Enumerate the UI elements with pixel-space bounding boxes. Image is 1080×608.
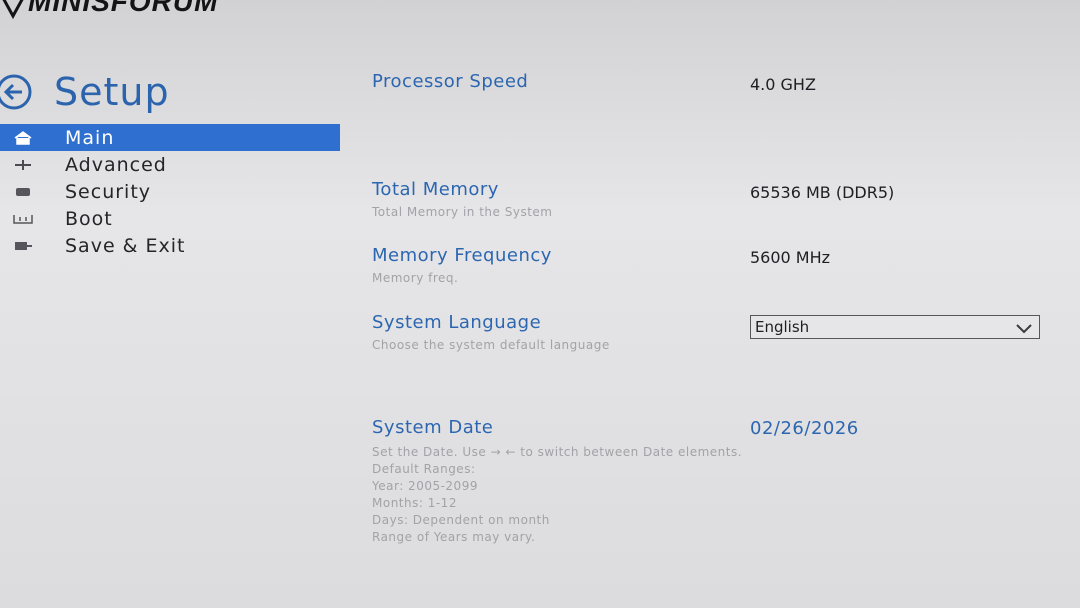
brand-logo-icon <box>0 0 26 26</box>
processor-speed-row: Processor Speed <box>372 71 528 92</box>
system-language-label: System Language <box>372 312 542 333</box>
sidebar-item-label: Save & Exit <box>65 234 186 257</box>
sidebar-item-boot[interactable]: Boot <box>0 205 340 232</box>
total-memory-help: Total Memory in the System <box>372 205 553 219</box>
system-language-selected-value: English <box>755 318 810 336</box>
page-title: Setup <box>54 70 170 114</box>
sidebar-item-advanced[interactable]: Advanced <box>0 151 340 178</box>
sidebar-nav: Main Advanced Security Boot Save & Exit <box>0 124 340 259</box>
chevron-down-icon <box>1015 320 1033 334</box>
system-date-help-line: Days: Dependent on month <box>372 513 550 527</box>
system-language-row: System Language Choose the system defaul… <box>372 312 610 354</box>
sidebar-item-label: Advanced <box>65 153 167 176</box>
advanced-icon <box>10 155 36 175</box>
system-date-row: System Date Set the Date. Use → ← to swi… <box>372 417 742 546</box>
total-memory-row: Total Memory Total Memory in the System <box>372 179 552 221</box>
system-date-value[interactable]: 02/26/2026 <box>750 418 859 439</box>
memory-frequency-label: Memory Frequency <box>372 245 552 266</box>
total-memory-label: Total Memory <box>372 179 499 200</box>
processor-speed-label: Processor Speed <box>372 71 529 92</box>
system-date-help-line: Set the Date. Use → ← to switch between … <box>372 445 743 459</box>
system-date-help-line: Year: 2005-2099 <box>372 479 478 493</box>
memory-frequency-help: Memory freq. <box>372 271 459 285</box>
sidebar-item-label: Main <box>65 126 115 149</box>
home-icon <box>10 128 36 148</box>
sidebar-item-security[interactable]: Security <box>0 178 340 205</box>
system-date-label: System Date <box>372 417 494 438</box>
processor-speed-value: 4.0 GHZ <box>750 75 816 94</box>
memory-frequency-row: Memory Frequency Memory freq. <box>372 245 552 287</box>
sidebar-item-main[interactable]: Main <box>0 124 340 151</box>
system-date-help-line: Range of Years may vary. <box>372 530 536 544</box>
total-memory-value: 65536 MB (DDR5) <box>750 183 895 202</box>
setup-header: Setup <box>0 70 170 114</box>
system-date-help: Set the Date. Use → ← to switch between … <box>372 444 742 546</box>
system-date-help-line: Months: 1-12 <box>372 496 457 510</box>
boot-icon <box>10 209 36 229</box>
back-arrow-icon[interactable] <box>0 72 34 112</box>
sidebar-item-label: Security <box>65 180 152 203</box>
memory-frequency-value: 5600 MHz <box>750 248 831 267</box>
brand-logo: MINISFORUM <box>28 0 219 17</box>
system-language-select[interactable]: English <box>750 315 1040 339</box>
security-icon <box>10 182 36 202</box>
system-language-help: Choose the system default language <box>372 338 610 352</box>
sidebar-item-label: Boot <box>65 207 113 230</box>
system-date-help-line: Default Ranges: <box>372 462 476 476</box>
sidebar-item-save-exit[interactable]: Save & Exit <box>0 232 340 259</box>
save-exit-icon <box>10 236 36 256</box>
